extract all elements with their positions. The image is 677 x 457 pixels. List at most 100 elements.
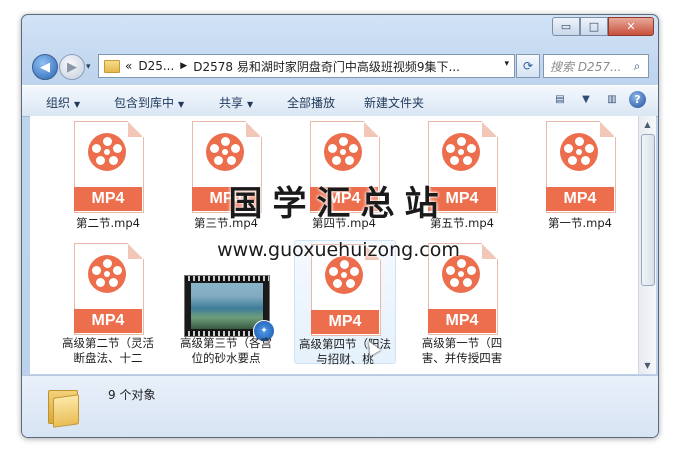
reel-center bbox=[576, 149, 582, 155]
search-icon[interactable]: ⌕ bbox=[630, 59, 644, 74]
vertical-scrollbar[interactable]: ▲ ▼ bbox=[638, 116, 656, 374]
reel-hole bbox=[92, 266, 102, 276]
video-thumbnail: ✦ bbox=[184, 275, 275, 342]
new-folder-button[interactable]: 新建文件夹 bbox=[364, 94, 424, 111]
file-item[interactable]: MP4 高级第二节（灵活断盘法、十二 bbox=[58, 240, 158, 365]
maximize-button[interactable]: □ bbox=[580, 17, 608, 36]
scrollbar-thumb[interactable] bbox=[641, 134, 655, 286]
file-item[interactable]: MP4 第五节.mp4 bbox=[412, 118, 512, 240]
reel-hole bbox=[456, 258, 466, 268]
mp4-file-icon: MP4 bbox=[74, 121, 144, 213]
file-list: MP4 第二节.mp4 MP4 第三节.mp4 MP4 第四节.mp4 MP4 … bbox=[30, 116, 638, 374]
reel-hole bbox=[102, 136, 112, 146]
explorer-window: ▭ □ ✕ ◀ ▶ ▾ « D25... ▶ D2578 易和湖时家阴盘奇门中高… bbox=[21, 14, 659, 438]
mp4-file-icon: MP4 bbox=[192, 121, 262, 213]
reel-center bbox=[458, 149, 464, 155]
file-name: 高级第一节（四害、并传授四害 bbox=[421, 336, 503, 365]
back-button[interactable]: ◀ bbox=[32, 54, 58, 80]
mp4-file-icon: MP4 bbox=[428, 121, 498, 213]
minimize-button[interactable]: ▭ bbox=[552, 17, 580, 36]
search-input[interactable]: 搜索 D257... bbox=[550, 58, 630, 75]
mp4-file-icon: MP4 bbox=[74, 243, 144, 335]
reel-center bbox=[341, 272, 347, 278]
reel-hole bbox=[349, 267, 359, 277]
help-icon[interactable]: ? bbox=[629, 91, 646, 108]
reel-hole bbox=[112, 144, 122, 154]
reel-center bbox=[104, 271, 110, 277]
reel-hole bbox=[220, 136, 230, 146]
scroll-up-arrow-icon[interactable]: ▲ bbox=[639, 116, 656, 133]
close-button[interactable]: ✕ bbox=[608, 17, 654, 36]
reel-hole bbox=[338, 136, 348, 146]
address-dropdown-icon[interactable]: ▾ bbox=[504, 59, 509, 69]
reel-hole bbox=[580, 156, 590, 166]
reel-hole bbox=[345, 279, 355, 289]
file-name: 第一节.mp4 bbox=[548, 216, 612, 230]
file-item[interactable]: MP4 高级第四节（阳法与招财、桃 bbox=[294, 240, 396, 366]
play-all-button[interactable]: 全部播放 bbox=[287, 94, 335, 111]
refresh-button[interactable]: ⟳ bbox=[516, 54, 540, 78]
mp4-file-icon: MP4 bbox=[546, 121, 616, 213]
reel-hole bbox=[564, 144, 574, 154]
search-box[interactable]: 搜索 D257... ⌕ bbox=[543, 54, 649, 78]
file-item[interactable]: MP4 高级第一节（四害、并传授四害 bbox=[412, 240, 512, 365]
reel-hole bbox=[214, 156, 224, 166]
reel-hole bbox=[568, 156, 578, 166]
reel-hole bbox=[230, 144, 240, 154]
reel-hole bbox=[92, 144, 102, 154]
reel-hole bbox=[333, 279, 343, 289]
chevron-down-icon: ▼ bbox=[74, 100, 81, 109]
reel-hole bbox=[332, 156, 342, 166]
address-bar[interactable]: « D25... ▶ D2578 易和湖时家阴盘奇门中高级班视频9集下... ▾ bbox=[98, 54, 515, 78]
reel-hole bbox=[108, 278, 118, 288]
scroll-down-arrow-icon[interactable]: ▼ bbox=[639, 357, 656, 374]
preview-pane-icon[interactable]: ▥ bbox=[603, 92, 621, 108]
reel-hole bbox=[466, 266, 476, 276]
recent-pages-dropdown[interactable]: ▾ bbox=[86, 62, 91, 72]
share-menu[interactable]: 共享 ▼ bbox=[219, 94, 253, 111]
file-name: 第三节.mp4 bbox=[194, 216, 258, 230]
file-item[interactable]: MP4 第二节.mp4 bbox=[58, 118, 158, 240]
chevron-down-icon: ▼ bbox=[178, 100, 185, 109]
file-name: 第二节.mp4 bbox=[76, 216, 140, 230]
reel-hole bbox=[108, 156, 118, 166]
include-in-library-menu[interactable]: 包含到库中 ▼ bbox=[114, 94, 184, 111]
file-item[interactable]: MP4 第三节.mp4 bbox=[176, 118, 276, 240]
breadcrumb-chevron-icon[interactable]: ▶ bbox=[180, 61, 187, 71]
reel-center bbox=[222, 149, 228, 155]
reel-hole bbox=[446, 266, 456, 276]
view-options-chevron-icon[interactable]: ▼ bbox=[577, 92, 595, 108]
breadcrumb-current[interactable]: D2578 易和湖时家阴盘奇门中高级班视频9集下... bbox=[193, 58, 460, 75]
file-item[interactable]: MP4 第一节.mp4 bbox=[530, 118, 630, 240]
reel-hole bbox=[210, 144, 220, 154]
reel-hole bbox=[456, 136, 466, 146]
reel-hole bbox=[584, 144, 594, 154]
file-item[interactable]: ✦ 高级第三节（各宫位的砂水要点 bbox=[176, 240, 276, 365]
reel-hole bbox=[328, 144, 338, 154]
reel-center bbox=[458, 271, 464, 277]
reel-hole bbox=[462, 156, 472, 166]
reel-hole bbox=[348, 144, 358, 154]
item-count: 9 个对象 bbox=[108, 388, 156, 402]
breadcrumb-parent[interactable]: D25... bbox=[138, 59, 174, 73]
organize-menu[interactable]: 组织 ▼ bbox=[46, 94, 80, 111]
reel-center bbox=[104, 149, 110, 155]
caption-buttons: ▭ □ ✕ bbox=[552, 17, 654, 36]
file-name: 高级第二节（灵活断盘法、十二 bbox=[62, 336, 154, 365]
change-view-icon[interactable]: ▤ bbox=[551, 92, 569, 108]
command-bar: 组织 ▼ 包含到库中 ▼ 共享 ▼ 全部播放 新建文件夹 ▤ ▼ ▥ ? bbox=[22, 85, 658, 117]
share-label: 共享 bbox=[219, 96, 244, 110]
reel-hole bbox=[339, 259, 349, 269]
file-name: 高级第四节（阳法与招财、桃 bbox=[299, 337, 391, 366]
organize-label: 组织 bbox=[46, 96, 71, 110]
reel-hole bbox=[446, 144, 456, 154]
forward-button[interactable]: ▶ bbox=[59, 54, 85, 80]
details-pane: 9 个对象 bbox=[22, 375, 658, 437]
file-item[interactable]: MP4 第四节.mp4 bbox=[294, 118, 394, 240]
folder-icon bbox=[104, 59, 120, 73]
breadcrumb-overflow[interactable]: « bbox=[125, 59, 132, 73]
reel-hole bbox=[102, 258, 112, 268]
reel-hole bbox=[574, 136, 584, 146]
mp4-file-icon: MP4 bbox=[310, 121, 380, 213]
reel-center bbox=[340, 149, 346, 155]
